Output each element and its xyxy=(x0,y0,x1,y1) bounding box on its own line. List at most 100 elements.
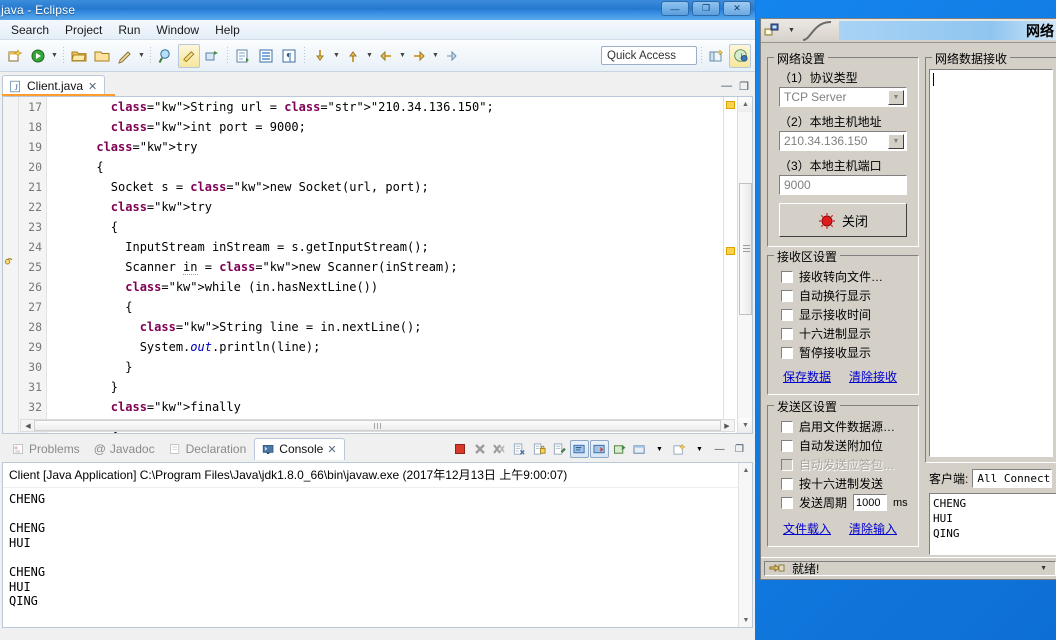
menu-window[interactable]: Window xyxy=(149,21,206,39)
step-return-dropdown-icon[interactable]: ▼ xyxy=(365,52,374,59)
checkbox-box[interactable] xyxy=(781,439,793,452)
checkbox-send-period[interactable]: 发送周期 1000 ms xyxy=(781,493,921,512)
checkbox-auto-wrap[interactable]: 自动换行显示 xyxy=(781,286,917,305)
menu-help[interactable]: Help xyxy=(208,21,247,39)
forward-dropdown-icon[interactable]: ▼ xyxy=(431,52,440,59)
new-wizard-icon[interactable] xyxy=(4,44,26,68)
ruler-marker[interactable] xyxy=(726,101,735,109)
console-dropdown-icon[interactable]: ▼ xyxy=(650,440,669,458)
close-button[interactable]: ✕ xyxy=(723,1,751,16)
horizontal-scroll-thumb[interactable] xyxy=(34,420,721,431)
ruler-marker[interactable] xyxy=(726,247,735,255)
console-maximize-icon[interactable]: ❐ xyxy=(730,440,749,458)
checkbox-hex-send[interactable]: 按十六进制发送 xyxy=(781,474,921,493)
search-icon[interactable] xyxy=(155,44,177,68)
new-class-dropdown-icon[interactable]: ▼ xyxy=(137,52,146,59)
editor-tab-client-java[interactable]: J Client.java ✕ xyxy=(2,75,106,96)
tab-declaration[interactable]: Declaration xyxy=(163,439,253,459)
menu-run[interactable]: Run xyxy=(111,21,147,39)
menu-search[interactable]: Search xyxy=(4,21,56,39)
checkbox-box[interactable] xyxy=(781,327,793,340)
checkbox-box[interactable] xyxy=(781,270,793,283)
checkbox-box[interactable] xyxy=(781,477,793,490)
scroll-down-icon[interactable]: ▼ xyxy=(738,418,752,433)
restore-button[interactable]: ❐ xyxy=(692,1,720,16)
scroll-right-icon[interactable]: ▶ xyxy=(721,422,733,430)
step-into-icon[interactable] xyxy=(309,44,331,68)
open-console-icon[interactable] xyxy=(590,440,609,458)
java-perspective-icon[interactable]: J xyxy=(729,43,751,68)
tab-console-close-icon[interactable]: ✕ xyxy=(327,443,336,456)
scroll-lock-icon[interactable] xyxy=(530,440,549,458)
checkbox-pause-receive[interactable]: 暂停接收显示 xyxy=(781,343,917,362)
step-dropdown-icon[interactable]: ▼ xyxy=(332,52,341,59)
new-console-icon[interactable] xyxy=(670,440,689,458)
editor-horizontal-scrollbar[interactable]: ◀ ▶ xyxy=(20,419,735,432)
debug-dropdown-icon[interactable]: ▼ xyxy=(50,52,59,59)
clear-console-icon[interactable] xyxy=(510,440,529,458)
send-data-textarea[interactable]: CHENG HUI QING xyxy=(929,493,1056,555)
minimize-button[interactable]: — xyxy=(661,1,689,16)
statusbar-dropdown-icon[interactable]: ▼ xyxy=(1040,565,1047,572)
vertical-scroll-thumb[interactable] xyxy=(739,183,752,315)
remove-launch-icon[interactable] xyxy=(470,440,489,458)
checkbox-box[interactable] xyxy=(781,346,793,359)
open-folder-icon[interactable] xyxy=(68,44,90,68)
scroll-left-icon[interactable]: ◀ xyxy=(22,422,34,430)
open-perspective-icon[interactable] xyxy=(706,44,728,68)
checkbox-hex-display[interactable]: 十六进制显示 xyxy=(781,324,917,343)
step-return-icon[interactable] xyxy=(342,44,364,68)
new-console-view-icon[interactable] xyxy=(610,440,629,458)
tab-problems[interactable]: Problems xyxy=(6,439,86,459)
local-host-port-input[interactable]: 9000 xyxy=(779,175,907,195)
checkbox-box[interactable] xyxy=(781,289,793,302)
clear-input-link[interactable]: 清除输入 xyxy=(849,520,897,537)
client-combo[interactable]: All Connect xyxy=(972,469,1053,488)
checkbox-receive-to-file[interactable]: 接收转向文件… xyxy=(781,267,917,286)
new-console-dropdown-icon[interactable]: ▼ xyxy=(690,440,709,458)
console-vertical-scrollbar[interactable]: ▲ ▼ xyxy=(738,463,752,627)
host-dropdown-icon[interactable]: ▼ xyxy=(888,134,904,149)
checkbox-show-receive-time[interactable]: 显示接收时间 xyxy=(781,305,917,324)
protocol-type-combo[interactable]: TCP Server ▼ xyxy=(779,87,907,107)
checkbox-auto-append[interactable]: 自动发送附加位 xyxy=(781,436,921,455)
protocol-dropdown-icon[interactable]: ▼ xyxy=(888,90,904,105)
forward-nav-icon[interactable] xyxy=(441,44,463,68)
forward-history-icon[interactable] xyxy=(408,44,430,68)
local-host-address-combo[interactable]: 210.34.136.150 ▼ xyxy=(779,131,907,151)
checkbox-box[interactable] xyxy=(781,308,793,321)
editor-minimize-icon[interactable]: — xyxy=(721,80,732,93)
last-edit-location-icon[interactable] xyxy=(201,44,223,68)
nettool-app-icon[interactable] xyxy=(764,22,782,40)
tab-console[interactable]: Console ✕ xyxy=(254,438,345,460)
checkbox-box[interactable] xyxy=(781,496,793,509)
code-editor[interactable]: 1718192021222324252627282930313233343536… xyxy=(2,96,753,434)
editor-maximize-icon[interactable]: ❐ xyxy=(739,80,749,93)
console-output-panel[interactable]: Client [Java Application] C:\Program Fil… xyxy=(2,462,753,628)
back-dropdown-icon[interactable]: ▼ xyxy=(398,52,407,59)
new-java-class-icon[interactable] xyxy=(114,44,136,68)
console-minimize-icon[interactable]: — xyxy=(710,440,729,458)
remove-all-launches-icon[interactable] xyxy=(490,440,509,458)
overview-ruler[interactable] xyxy=(723,97,737,433)
quick-access-input[interactable]: Quick Access xyxy=(601,46,697,65)
paragraph-icon[interactable]: ¶ xyxy=(278,44,300,68)
save-data-link[interactable]: 保存数据 xyxy=(783,368,831,385)
clear-receive-link[interactable]: 清除接收 xyxy=(849,368,897,385)
tab-javadoc[interactable]: @ Javadoc xyxy=(88,439,161,459)
menu-project[interactable]: Project xyxy=(58,21,109,39)
editor-tab-close-icon[interactable]: ✕ xyxy=(88,80,97,93)
outline-icon[interactable] xyxy=(255,44,277,68)
connect-toggle-button[interactable]: 关闭 xyxy=(779,203,907,237)
checkbox-enable-file-source[interactable]: 启用文件数据源… xyxy=(781,417,921,436)
toggle-markers-icon[interactable] xyxy=(178,43,200,68)
pin-console-icon[interactable] xyxy=(550,440,569,458)
open-type-icon[interactable] xyxy=(91,44,113,68)
console-view-menu-icon[interactable] xyxy=(630,440,649,458)
send-period-input[interactable]: 1000 xyxy=(853,494,888,511)
editor-vertical-scrollbar[interactable]: ▲ ▼ xyxy=(737,97,752,433)
back-history-icon[interactable] xyxy=(375,44,397,68)
debug-icon[interactable] xyxy=(27,44,49,68)
terminate-icon[interactable] xyxy=(450,440,469,458)
scroll-up-icon[interactable]: ▲ xyxy=(738,97,752,112)
